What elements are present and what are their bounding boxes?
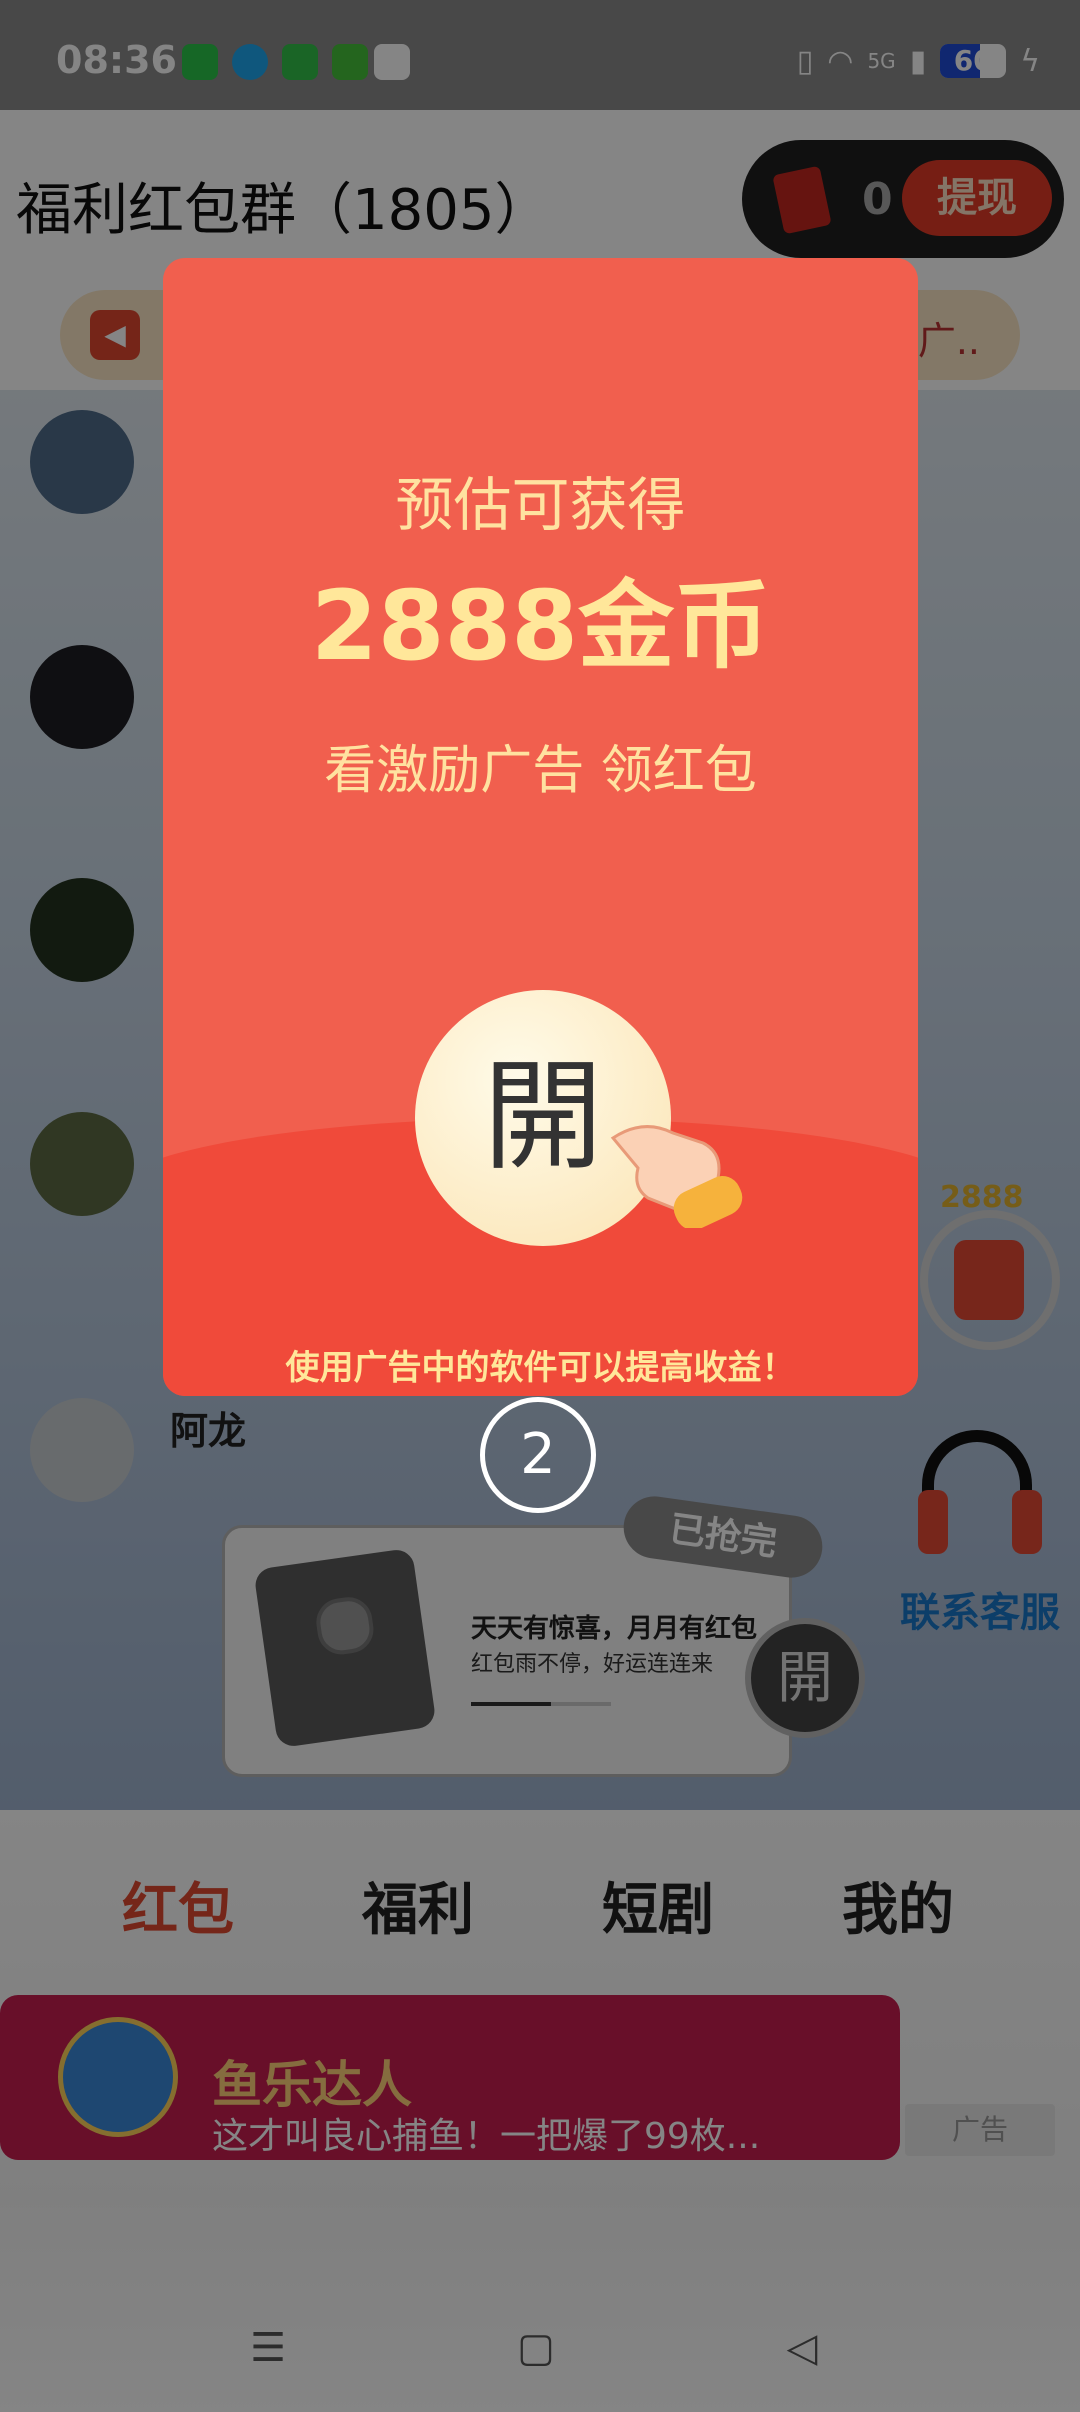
popup-estimate-label: 预估可获得 [395,471,686,539]
popup-instruction: 看激励广告 领红包 [324,741,757,801]
countdown-timer: 2 [480,1397,596,1513]
popup-amount: 2888金币 [310,570,771,682]
popup-footer: 使用广告中的软件可以提高收益！ [285,1348,796,1388]
pointing-hand-icon [610,1125,743,1228]
red-packet-popup: 预估可获得 2888金币 看激励广告 领红包 開 使用广告中的软件可以提高收益！ [163,258,918,1396]
